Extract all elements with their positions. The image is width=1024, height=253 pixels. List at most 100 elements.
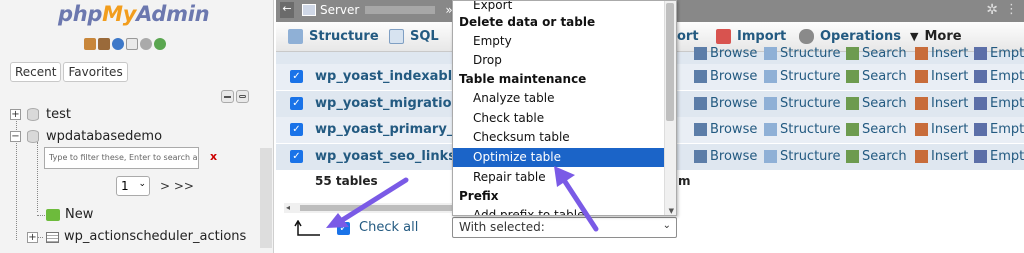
annotation-arrow-icon [554, 166, 599, 232]
settings-gear-icon[interactable] [140, 38, 152, 50]
tab-operations[interactable]: Operations [799, 29, 901, 44]
row-action-browse[interactable]: Browse [694, 46, 757, 61]
annotation-arrow-icon [326, 177, 409, 228]
row-action-structure[interactable]: Structure [764, 122, 840, 137]
structure-icon [764, 47, 777, 60]
row-action-empty[interactable]: Empt [974, 149, 1024, 164]
nav-scrollbar[interactable] [260, 148, 272, 248]
with-selected-value: With selected: [459, 220, 545, 234]
tab-export[interactable]: ort [677, 29, 699, 44]
tree-controls [221, 90, 249, 103]
table-name-link[interactable]: wp_yoast_migrations [315, 96, 465, 111]
dropdown-scroll-thumb[interactable] [666, 3, 674, 121]
database-test[interactable]: test [46, 107, 71, 122]
row-checkbox[interactable]: ✓ [290, 123, 303, 136]
link-with-main-icon[interactable] [236, 90, 249, 103]
row-action-browse[interactable]: Browse [694, 69, 757, 84]
dropdown-option[interactable]: Drop [453, 51, 664, 70]
more-menu-icon[interactable]: ⋮ [1005, 2, 1018, 17]
insert-icon [915, 97, 928, 110]
scroll-down-icon[interactable]: ▼ [669, 207, 674, 215]
collapse-all-icon[interactable] [221, 90, 234, 103]
row-action-browse[interactable]: Browse [694, 122, 757, 137]
home-icon[interactable] [84, 38, 96, 50]
empty-icon [974, 47, 987, 60]
dropdown-scrollbar[interactable]: ▼ [664, 1, 676, 215]
recent-tab[interactable]: Recent [10, 62, 62, 82]
collapse-wpdatabasedemo-button[interactable]: − [10, 131, 21, 142]
help-icon[interactable] [112, 38, 124, 50]
dropdown-option[interactable]: Checksum table [453, 128, 664, 147]
row-action-empty[interactable]: Empt [974, 69, 1024, 84]
row-action-empty[interactable]: Empt [974, 122, 1024, 137]
logout-icon[interactable] [98, 38, 110, 50]
nav-icon-bar [84, 38, 166, 50]
dropdown-option[interactable]: Analyze table [453, 89, 664, 108]
insert-icon [915, 150, 928, 163]
scroll-left-icon[interactable]: ◂ [286, 203, 290, 212]
table-name-link[interactable]: wp_yoast_seo_links [315, 149, 465, 164]
expand-table-button[interactable]: + [27, 232, 38, 243]
dropdown-group-label: Table maintenance [459, 72, 587, 86]
back-arrow-icon[interactable]: ← [280, 2, 294, 18]
expand-test-button[interactable]: + [10, 109, 21, 120]
nav-tabs: Recent Favorites [10, 62, 128, 82]
row-action-insert[interactable]: Insert [915, 96, 968, 111]
row-action-structure[interactable]: Structure [764, 96, 840, 111]
database-wpdatabasedemo[interactable]: wpdatabasedemo [46, 129, 162, 144]
tab-more[interactable]: ▼ More [910, 29, 962, 44]
row-action-structure[interactable]: Structure [764, 46, 840, 61]
row-action-browse[interactable]: Browse [694, 96, 757, 111]
breadcrumb: Server » [302, 3, 453, 17]
search-icon [846, 47, 859, 60]
dropdown-option[interactable]: Check table [453, 109, 664, 128]
tab-sql[interactable]: SQL [389, 29, 439, 44]
reload-icon[interactable] [154, 38, 166, 50]
phpmyadmin-logo[interactable]: phpMyAdmin [58, 2, 210, 26]
row-action-insert[interactable]: Insert [915, 69, 968, 84]
row-action-browse[interactable]: Browse [694, 149, 757, 164]
row-action-search[interactable]: Search [846, 69, 907, 84]
tab-structure[interactable]: Structure [288, 29, 379, 44]
dropdown-group-label: Delete data or table [459, 15, 596, 29]
page-select[interactable]: 1 ⌄ [116, 176, 150, 196]
next-page-links[interactable]: > >> [160, 179, 194, 193]
row-action-insert[interactable]: Insert [915, 46, 968, 61]
empty-icon [974, 97, 987, 110]
row-action-search[interactable]: Search [846, 46, 907, 61]
favorites-tab[interactable]: Favorites [63, 62, 128, 82]
table-name-link[interactable]: wp_yoast_indexable_h [315, 69, 465, 84]
row-checkbox[interactable]: ✓ [290, 70, 303, 83]
row-action-structure[interactable]: Structure [764, 69, 840, 84]
new-table-icon [46, 209, 60, 221]
row-action-insert[interactable]: Insert [915, 149, 968, 164]
clear-filter-button[interactable]: x [210, 150, 217, 163]
page-number: 1 [121, 179, 129, 193]
row-action-insert[interactable]: Insert [915, 122, 968, 137]
search-icon [846, 97, 859, 110]
structure-icon [764, 123, 777, 136]
row-checkbox[interactable]: ✓ [290, 97, 303, 110]
row-action-search[interactable]: Search [846, 122, 907, 137]
settings-gear-icon[interactable]: ✲ [986, 2, 998, 18]
row-action-empty[interactable]: Empt [974, 46, 1024, 61]
browse-icon [694, 150, 707, 163]
server-icon [302, 4, 316, 16]
docs-icon[interactable] [126, 38, 138, 50]
empty-icon [974, 123, 987, 136]
breadcrumb-server[interactable]: Server [320, 3, 359, 17]
row-checkbox[interactable]: ✓ [290, 150, 303, 163]
row-action-empty[interactable]: Empt [974, 96, 1024, 111]
row-action-search[interactable]: Search [846, 149, 907, 164]
search-icon [846, 123, 859, 136]
structure-icon [764, 150, 777, 163]
row-action-structure[interactable]: Structure [764, 149, 840, 164]
tab-import[interactable]: Import [716, 29, 786, 44]
new-table-link[interactable]: New [65, 207, 93, 222]
table-filter-input[interactable]: Type to filter these, Enter to search al… [44, 147, 199, 169]
row-action-search[interactable]: Search [846, 96, 907, 111]
database-icon [27, 108, 39, 121]
nav-table-link[interactable]: wp_actionscheduler_actions [64, 229, 246, 244]
table-name-link[interactable]: wp_yoast_primary_terr [315, 122, 465, 137]
dropdown-option[interactable]: Empty [453, 32, 664, 51]
